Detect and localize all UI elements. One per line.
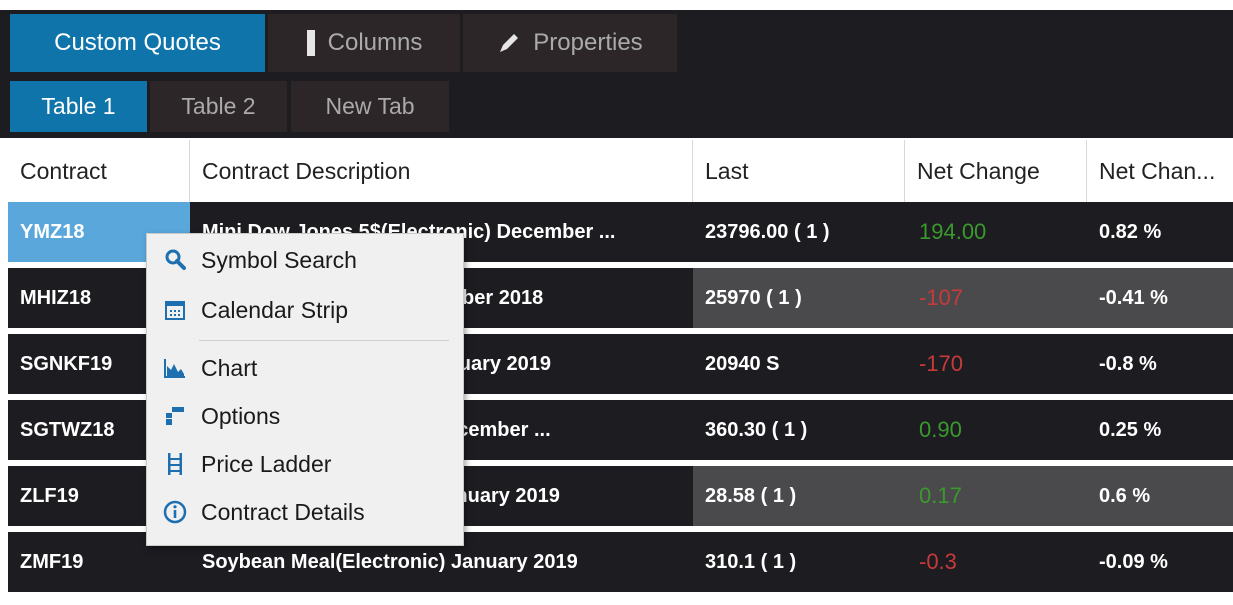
- column-header-label: Contract Description: [202, 157, 411, 184]
- cell-net-change-pct-value: -0.41 %: [1099, 286, 1168, 309]
- table-header: Contract Contract Description Last Net C…: [8, 140, 1233, 203]
- cell-contract-value: ZLF19: [20, 484, 79, 507]
- menu-item-label: Chart: [201, 354, 258, 381]
- cell-last[interactable]: 310.1 ( 1 ): [693, 532, 905, 592]
- cell-net-change-value: 0.90: [919, 417, 962, 442]
- menu-item-label: Calendar Strip: [201, 296, 349, 323]
- cell-net-change-pct[interactable]: -0.8 %: [1087, 334, 1233, 394]
- menu-item-price-ladder[interactable]: Price Ladder: [147, 442, 463, 486]
- column-header-label: Last: [705, 157, 749, 184]
- cell-net-change-pct-value: 0.6 %: [1099, 484, 1151, 507]
- cell-net-change-pct-value: 0.25 %: [1099, 418, 1162, 441]
- menu-item-label: Symbol Search: [201, 246, 357, 273]
- cell-last[interactable]: 28.58 ( 1 ): [693, 466, 905, 526]
- tab-columns[interactable]: Columns: [268, 14, 460, 72]
- cell-net-change-value: -170: [919, 351, 964, 376]
- context-menu: Symbol Search Calendar Strip Chart Optio…: [146, 233, 464, 546]
- cell-contract-value: SGNKF19: [20, 352, 113, 375]
- columns-icon: [306, 29, 316, 57]
- cell-net-change[interactable]: 0.17: [905, 466, 1087, 526]
- chart-icon: [155, 357, 195, 379]
- ladder-icon: [155, 452, 195, 476]
- menu-item-label: Price Ladder: [201, 450, 332, 477]
- column-header-description[interactable]: Contract Description: [190, 140, 693, 202]
- cell-net-change-pct-value: -0.09 %: [1099, 550, 1168, 573]
- subtab-table-1[interactable]: Table 1: [10, 81, 147, 132]
- cell-net-change-value: 194.00: [919, 219, 987, 244]
- cell-net-change[interactable]: 194.00: [905, 202, 1087, 262]
- cell-net-change-value: 0.17: [919, 483, 962, 508]
- pencil-icon: [497, 31, 521, 55]
- column-header-label: Net Chan...: [1099, 157, 1216, 184]
- menu-separator: [199, 340, 449, 341]
- custom-quotes-window: Custom Quotes Columns Properties Table 1…: [0, 0, 1233, 605]
- cell-contract-value: YMZ18: [20, 220, 85, 243]
- cell-net-change-pct[interactable]: -0.09 %: [1087, 532, 1233, 592]
- cell-contract-value: SGTWZ18: [20, 418, 115, 441]
- cell-net-change-pct[interactable]: 0.6 %: [1087, 466, 1233, 526]
- tab-custom-quotes[interactable]: Custom Quotes: [10, 14, 265, 72]
- cell-net-change-pct-value: 0.82 %: [1099, 220, 1162, 243]
- subtab-new-tab[interactable]: New Tab: [291, 81, 449, 132]
- menu-item-chart[interactable]: Chart: [147, 346, 463, 390]
- cell-net-change-value: -0.3: [919, 549, 957, 574]
- column-header-last[interactable]: Last: [693, 140, 905, 202]
- column-header-net-change-pct[interactable]: Net Chan...: [1087, 140, 1233, 202]
- cell-net-change[interactable]: -170: [905, 334, 1087, 394]
- options-icon: [155, 405, 195, 427]
- row-separator: [8, 592, 1233, 598]
- subtab-label: Table 2: [181, 93, 256, 119]
- menu-item-options[interactable]: Options: [147, 394, 463, 438]
- subtab-label: Table 1: [41, 93, 116, 119]
- cell-net-change[interactable]: 0.90: [905, 400, 1087, 460]
- cell-description-value: Soybean Meal(Electronic) January 2019: [202, 550, 578, 573]
- info-icon: [155, 500, 195, 524]
- tab-label: Properties: [533, 29, 643, 56]
- cell-last-value: 28.58 ( 1 ): [705, 484, 797, 507]
- calendar-icon: [155, 299, 195, 321]
- column-header-contract[interactable]: Contract: [8, 140, 190, 202]
- cell-contract-value: ZMF19: [20, 550, 84, 573]
- cell-contract-value: MHIZ18: [20, 286, 92, 309]
- cell-net-change-pct-value: -0.8 %: [1099, 352, 1157, 375]
- cell-last[interactable]: 360.30 ( 1 ): [693, 400, 905, 460]
- cell-net-change-pct[interactable]: -0.41 %: [1087, 268, 1233, 328]
- left-border: [0, 140, 8, 605]
- cell-last-value: 23796.00 ( 1 ): [705, 220, 830, 243]
- cell-last-value: 20940 S: [705, 352, 780, 375]
- search-icon: [155, 248, 195, 272]
- tab-label: Columns: [327, 29, 423, 56]
- menu-item-label: Contract Details: [201, 498, 365, 525]
- cell-last[interactable]: 20940 S: [693, 334, 905, 394]
- menu-item-contract-details[interactable]: Contract Details: [147, 490, 463, 534]
- cell-last[interactable]: 25970 ( 1 ): [693, 268, 905, 328]
- cell-net-change-pct[interactable]: 0.82 %: [1087, 202, 1233, 262]
- toolbar: Custom Quotes Columns Properties Table 1…: [0, 0, 1233, 138]
- cell-last[interactable]: 23796.00 ( 1 ): [693, 202, 905, 262]
- column-header-net-change[interactable]: Net Change: [905, 140, 1087, 202]
- cell-last-value: 360.30 ( 1 ): [705, 418, 808, 441]
- cell-net-change-value: -107: [919, 285, 964, 310]
- menu-item-label: Options: [201, 402, 281, 429]
- cell-net-change-pct[interactable]: 0.25 %: [1087, 400, 1233, 460]
- column-header-label: Net Change: [917, 157, 1040, 184]
- cell-last-value: 25970 ( 1 ): [705, 286, 802, 309]
- column-header-label: Contract: [20, 157, 107, 184]
- menu-item-calendar-strip[interactable]: Calendar Strip: [147, 288, 463, 332]
- menu-item-symbol-search[interactable]: Symbol Search: [147, 238, 463, 282]
- subtab-label: New Tab: [325, 93, 415, 119]
- cell-net-change[interactable]: -0.3: [905, 532, 1087, 592]
- tab-properties[interactable]: Properties: [463, 14, 677, 72]
- cell-last-value: 310.1 ( 1 ): [705, 550, 797, 573]
- subtab-table-2[interactable]: Table 2: [150, 81, 287, 132]
- cell-net-change[interactable]: -107: [905, 268, 1087, 328]
- tab-label: Custom Quotes: [54, 29, 221, 56]
